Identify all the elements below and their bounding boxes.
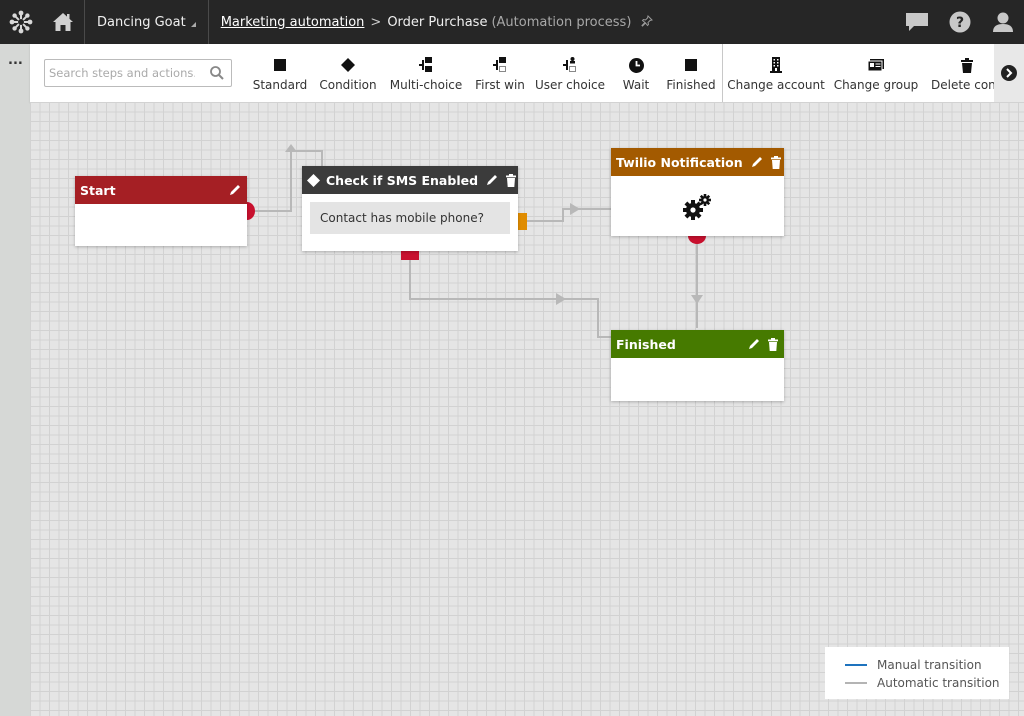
delete-icon[interactable] bbox=[768, 337, 778, 351]
node-header: Start bbox=[75, 176, 247, 204]
legend-swatch-manual bbox=[845, 664, 867, 666]
node-title: Check if SMS Enabled bbox=[326, 172, 479, 188]
edit-icon[interactable] bbox=[751, 156, 763, 168]
tool-first-win[interactable]: First win bbox=[472, 44, 528, 102]
tool-finished[interactable]: Finished bbox=[664, 44, 718, 102]
help-button[interactable]: ? bbox=[938, 0, 981, 44]
edit-icon[interactable] bbox=[748, 338, 760, 350]
building-icon bbox=[770, 57, 782, 73]
dropdown-triangle-icon bbox=[190, 21, 196, 27]
legend-label: Automatic transition bbox=[877, 676, 1000, 690]
header-actions: ? bbox=[895, 0, 1024, 44]
action-tools: Change account Change group Delete cont bbox=[723, 44, 994, 102]
home-button[interactable] bbox=[42, 0, 84, 44]
user-icon bbox=[992, 12, 1013, 32]
legend-item-automatic: Automatic transition bbox=[845, 676, 1000, 690]
legend-item-manual: Manual transition bbox=[845, 658, 982, 672]
node-title: Twilio Notification bbox=[616, 154, 743, 170]
tool-label: Wait bbox=[622, 78, 650, 92]
tool-standard[interactable]: Standard bbox=[252, 44, 308, 102]
tool-change-account[interactable]: Change account bbox=[727, 44, 825, 102]
tool-delete-contact[interactable]: Delete cont bbox=[929, 44, 994, 102]
square-icon bbox=[685, 59, 697, 71]
group-card-icon bbox=[868, 59, 884, 71]
transition-legend: Manual transition Automatic transition bbox=[825, 647, 1009, 699]
node-title: Finished bbox=[616, 336, 676, 352]
multi-choice-icon bbox=[419, 57, 432, 72]
tool-label: Delete cont bbox=[931, 78, 994, 92]
node-header: Check if SMS Enabled bbox=[302, 166, 518, 194]
tool-user-choice[interactable]: User choice bbox=[534, 44, 606, 102]
more-menu-button[interactable]: ... bbox=[8, 54, 23, 67]
breadcrumb: Marketing automation > Order Purchase (A… bbox=[209, 15, 654, 30]
tool-label: Finished bbox=[666, 78, 716, 92]
top-bar: Dancing Goat Marketing automation > Orde… bbox=[0, 0, 1024, 44]
svg-text:?: ? bbox=[955, 15, 963, 31]
tool-label: Change account bbox=[727, 78, 825, 92]
site-name: Dancing Goat bbox=[97, 14, 186, 30]
delete-icon[interactable] bbox=[506, 173, 517, 187]
trash-icon bbox=[961, 57, 973, 73]
tool-label: Condition bbox=[319, 78, 377, 92]
node-twilio-notification[interactable]: Twilio Notification bbox=[611, 148, 784, 236]
tool-wait[interactable]: Wait bbox=[618, 44, 654, 102]
breadcrumb-marketing-automation[interactable]: Marketing automation bbox=[221, 15, 365, 30]
node-body bbox=[611, 176, 784, 221]
user-menu-button[interactable] bbox=[981, 0, 1024, 44]
square-icon bbox=[274, 59, 286, 71]
legend-swatch-automatic bbox=[845, 682, 867, 684]
gears-icon bbox=[682, 194, 711, 220]
search-icon[interactable] bbox=[209, 65, 225, 85]
diamond-icon bbox=[341, 58, 355, 72]
node-title: Start bbox=[80, 182, 116, 198]
tool-change-group[interactable]: Change group bbox=[833, 44, 919, 102]
step-toolbar: Standard Condition Multi-choice First wi… bbox=[30, 44, 1024, 102]
user-choice-icon bbox=[563, 57, 576, 72]
diamond-icon bbox=[307, 173, 320, 187]
delete-icon[interactable] bbox=[770, 155, 781, 169]
legend-label: Manual transition bbox=[877, 658, 982, 672]
node-start[interactable]: Start bbox=[75, 176, 247, 246]
tool-label: First win bbox=[475, 78, 525, 92]
node-check-sms-enabled[interactable]: Check if SMS Enabled Contact has mobile … bbox=[302, 166, 518, 251]
tool-label: User choice bbox=[534, 78, 606, 92]
left-panel-strip: ... bbox=[0, 44, 30, 716]
tool-label: Change group bbox=[833, 78, 919, 92]
kentico-logo-icon bbox=[9, 10, 33, 34]
app-logo[interactable] bbox=[0, 0, 42, 44]
clock-icon bbox=[628, 57, 644, 73]
node-finished[interactable]: Finished bbox=[611, 330, 784, 401]
tool-multi-choice[interactable]: Multi-choice bbox=[388, 44, 464, 102]
tool-label: Standard bbox=[252, 78, 308, 92]
tool-condition[interactable]: Condition bbox=[318, 44, 378, 102]
node-header: Finished bbox=[611, 330, 784, 358]
first-win-icon bbox=[493, 57, 506, 72]
home-icon bbox=[53, 13, 73, 31]
chevron-right-circle-icon bbox=[1001, 65, 1017, 81]
node-header: Twilio Notification bbox=[611, 148, 784, 176]
search-box bbox=[44, 59, 232, 87]
breadcrumb-object-type: (Automation process) bbox=[491, 14, 632, 30]
edit-icon[interactable] bbox=[229, 184, 241, 196]
condition-text: Contact has mobile phone? bbox=[310, 202, 510, 234]
help-icon: ? bbox=[949, 11, 970, 33]
tool-label: Multi-choice bbox=[389, 78, 463, 92]
chat-icon bbox=[905, 13, 928, 31]
breadcrumb-current: Order Purchase bbox=[387, 14, 488, 30]
chat-button[interactable] bbox=[895, 0, 938, 44]
search-input[interactable] bbox=[45, 60, 195, 86]
toolbar-scroll-right-button[interactable] bbox=[994, 44, 1024, 102]
site-selector[interactable]: Dancing Goat bbox=[85, 0, 208, 44]
breadcrumb-separator: > bbox=[370, 14, 382, 30]
pin-icon[interactable] bbox=[641, 14, 654, 30]
edit-icon[interactable] bbox=[486, 174, 498, 186]
